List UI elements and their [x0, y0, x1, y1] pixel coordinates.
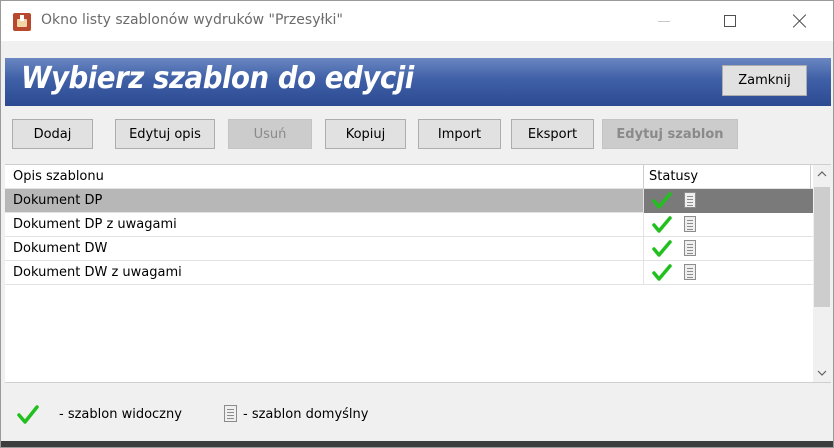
vertical-scrollbar[interactable] [813, 165, 831, 382]
window-bottom-edge [1, 441, 833, 447]
visible-check-icon [652, 192, 672, 209]
add-button[interactable]: Dodaj [12, 119, 93, 149]
visible-check-icon [17, 405, 39, 424]
scrollbar-thumb[interactable] [814, 187, 830, 307]
scroll-down-button[interactable] [813, 364, 831, 382]
legend: - szablon widoczny - szablon domyślny [5, 385, 831, 441]
close-button[interactable]: Zamknij [722, 65, 807, 96]
minimize-icon [658, 20, 670, 22]
default-document-icon [684, 240, 696, 256]
app-icon [13, 13, 31, 31]
grid-header: Opis szablonu Statusy [5, 165, 813, 189]
visible-check-icon [652, 216, 672, 233]
table-row[interactable]: Dokument DP z uwagami [5, 213, 813, 237]
title-bar: Okno listy szablonów wydruków "Przesyłki… [1, 1, 833, 41]
row-description: Dokument DW [13, 241, 108, 256]
template-grid[interactable]: Opis szablonu Statusy Dokument DP Dokume… [5, 164, 831, 383]
edit-template-button[interactable]: Edytuj szablon [602, 119, 738, 149]
column-separator[interactable] [643, 165, 644, 189]
template-list-window: Okno listy szablonów wydruków "Przesyłki… [0, 0, 834, 448]
chevron-down-icon [817, 370, 827, 376]
row-status [643, 261, 813, 285]
export-button[interactable]: Eksport [511, 119, 594, 149]
window-close-button[interactable] [777, 1, 823, 41]
edit-description-button[interactable]: Edytuj opis [115, 119, 215, 149]
close-icon [793, 14, 807, 28]
legend-visible-label: - szablon widoczny [59, 407, 182, 422]
default-document-icon [684, 192, 696, 208]
default-document-icon [684, 216, 696, 232]
minimize-button[interactable] [641, 1, 687, 41]
chevron-up-icon [817, 171, 827, 177]
row-description: Dokument DP [13, 193, 103, 208]
maximize-icon [724, 15, 736, 27]
scroll-up-button[interactable] [813, 165, 831, 183]
row-description: Dokument DP z uwagami [13, 217, 177, 232]
copy-button[interactable]: Kopiuj [325, 119, 406, 149]
toolbar: Dodaj Edytuj opis Usuń Kopiuj Import Eks… [5, 108, 831, 154]
row-status [643, 189, 813, 213]
table-row[interactable]: Dokument DP [5, 189, 813, 213]
row-description: Dokument DW z uwagami [13, 265, 182, 280]
column-header-status[interactable]: Statusy [649, 169, 698, 184]
window-title: Okno listy szablonów wydruków "Przesyłki… [41, 12, 343, 28]
row-status [643, 213, 813, 237]
legend-default-label: - szablon domyślny [243, 407, 369, 422]
table-row[interactable]: Dokument DW z uwagami [5, 261, 813, 285]
row-status [643, 237, 813, 261]
page-title: Wybierz szablon do edycji [21, 61, 414, 96]
header-banner: Wybierz szablon do edycji [5, 58, 831, 106]
column-separator[interactable] [810, 165, 811, 189]
delete-button[interactable]: Usuń [228, 119, 312, 149]
maximize-button[interactable] [707, 1, 753, 41]
visible-check-icon [652, 240, 672, 257]
table-row[interactable]: Dokument DW [5, 237, 813, 261]
visible-check-icon [652, 264, 672, 281]
default-document-icon [224, 405, 237, 422]
import-button[interactable]: Import [418, 119, 501, 149]
default-document-icon [684, 264, 696, 280]
column-header-description[interactable]: Opis szablonu [13, 169, 104, 184]
